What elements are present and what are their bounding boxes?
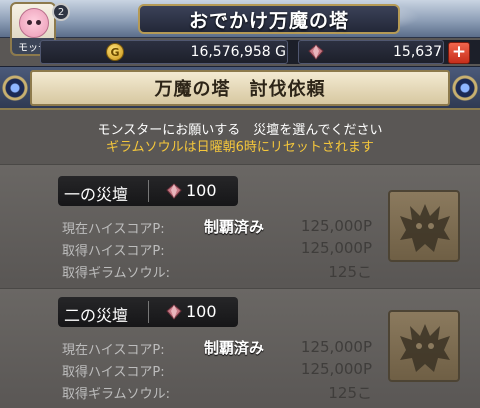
- altar-1-name: 一の災壇: [64, 185, 129, 204]
- altar-1-soul-value: 125こ: [328, 263, 372, 281]
- gem-amount: 15,637: [393, 44, 442, 60]
- altar-2-cleared-badge: 制覇済み: [204, 339, 265, 357]
- reset-notice-text: ギラムソウルは日曜朝6時にリセットされます: [106, 140, 374, 155]
- altar-2-earned-score-label: 取得ハイスコアP:: [62, 365, 165, 380]
- gem-icon: [166, 183, 182, 199]
- monster-silhouette-icon: [400, 204, 450, 252]
- altar-2-current-score-label: 現在ハイスコアP:: [62, 343, 165, 358]
- altar-1-current-score-value: 125,000P: [300, 217, 372, 235]
- ornament-right-icon: [452, 72, 478, 104]
- gem-icon: [166, 304, 182, 320]
- gold-coin-icon: G: [106, 43, 124, 61]
- altar-2-earned-score-value: 125,000P: [300, 360, 372, 378]
- altar-2-soul-value: 125こ: [328, 384, 372, 402]
- altar-2-cost: 100: [186, 302, 217, 321]
- altar-2-current-score-value: 125,000P: [300, 338, 372, 356]
- altar-1-cleared-badge: 制覇済み: [204, 218, 265, 236]
- add-gems-button[interactable]: +: [448, 42, 470, 64]
- altar-1-monster-portrait: [388, 190, 460, 262]
- altar-1-divider: [148, 180, 149, 202]
- altar-2-name: 二の災壇: [64, 306, 129, 325]
- altar-1-current-score-label: 現在ハイスコアP:: [62, 222, 165, 237]
- altar-1-soul-label: 取得ギラムソウル:: [62, 266, 170, 281]
- altar-2-monster-portrait: [388, 310, 460, 382]
- section-title: 万魔の塔 討伐依頼: [30, 70, 450, 106]
- altar-2-soul-label: 取得ギラムソウル:: [62, 387, 170, 402]
- altar-1-earned-score-value: 125,000P: [300, 239, 372, 257]
- altar-2-divider: [148, 301, 149, 323]
- altar-1-cost: 100: [186, 181, 217, 200]
- avatar-badge: 2: [52, 3, 70, 21]
- gold-amount: 16,576,958 G: [190, 44, 286, 60]
- altar-1-earned-score-label: 取得ハイスコアP:: [62, 244, 165, 259]
- ornament-left-icon: [2, 72, 28, 104]
- avatar-face-icon: [19, 8, 49, 38]
- page-title: おでかけ万魔の塔: [138, 4, 400, 34]
- monster-silhouette-icon: [400, 324, 450, 372]
